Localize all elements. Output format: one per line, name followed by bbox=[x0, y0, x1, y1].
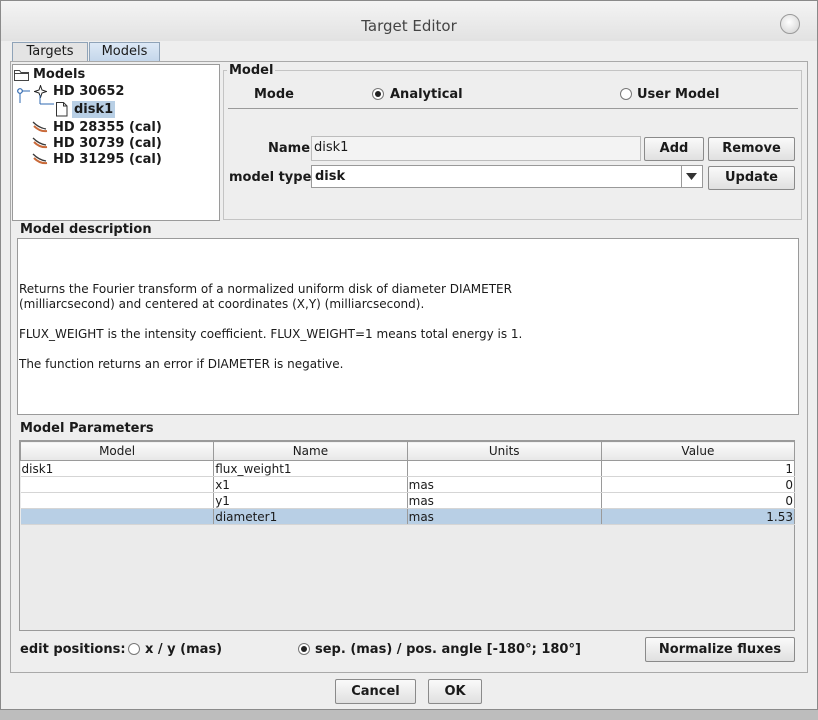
combo-divider bbox=[681, 166, 682, 187]
sep-pos-angle-label[interactable]: sep. (mas) / pos. angle [-180°; 180°] bbox=[315, 642, 581, 657]
column-header-name[interactable]: Name bbox=[213, 441, 408, 461]
cell-value[interactable]: 0 bbox=[601, 476, 796, 493]
ok-button[interactable]: OK bbox=[428, 679, 482, 704]
sep-pos-angle-radio[interactable] bbox=[298, 643, 310, 655]
description-paragraph: Returns the Fourier transform of a norma… bbox=[19, 282, 512, 311]
table-row-selected[interactable]: diameter1 mas 1.53 bbox=[20, 508, 796, 525]
tree-item-hd31295[interactable]: HD 31295 (cal) bbox=[53, 151, 162, 168]
cell-units[interactable]: mas bbox=[407, 508, 602, 525]
tree-item-hd30652[interactable]: HD 30652 bbox=[53, 83, 124, 100]
name-label: Name bbox=[268, 141, 311, 156]
column-header-model[interactable]: Model bbox=[19, 441, 215, 461]
description-paragraph: FLUX_WEIGHT is the intensity coefficient… bbox=[19, 327, 523, 341]
tab-models[interactable]: Models bbox=[89, 42, 160, 62]
parameters-legend: Model Parameters bbox=[18, 421, 156, 436]
cell-units[interactable]: mas bbox=[407, 476, 602, 493]
name-field[interactable]: disk1 bbox=[311, 136, 641, 161]
mode-separator bbox=[228, 108, 798, 109]
cell-value[interactable]: 0 bbox=[601, 492, 796, 509]
analytical-radio[interactable] bbox=[372, 88, 384, 100]
document-icon bbox=[56, 102, 68, 117]
analytical-label[interactable]: Analytical bbox=[390, 87, 463, 102]
cell-name[interactable]: y1 bbox=[213, 492, 408, 509]
folder-icon bbox=[14, 70, 29, 81]
edit-positions-label: edit positions: bbox=[20, 642, 126, 657]
model-type-label: model type bbox=[229, 170, 312, 185]
description-legend: Model description bbox=[18, 222, 154, 237]
tab-targets[interactable]: Targets bbox=[12, 42, 88, 62]
cell-name[interactable]: diameter1 bbox=[213, 508, 408, 525]
tree-item-hd30739[interactable]: HD 30739 (cal) bbox=[53, 135, 162, 152]
user-model-label[interactable]: User Model bbox=[637, 87, 720, 102]
calibrator-icons bbox=[32, 121, 48, 165]
xy-label[interactable]: x / y (mas) bbox=[145, 642, 222, 657]
description-text-area: Returns the Fourier transform of a norma… bbox=[17, 238, 799, 415]
parameters-table-viewport[interactable]: Model Name Units Value disk1 flux_weight… bbox=[19, 440, 796, 631]
table-row[interactable]: disk1 flux_weight1 1 bbox=[20, 460, 796, 477]
cell-model[interactable] bbox=[20, 476, 215, 493]
cell-units[interactable] bbox=[407, 460, 602, 477]
cell-units[interactable]: mas bbox=[407, 492, 602, 509]
tree-root-models[interactable]: Models bbox=[33, 66, 85, 83]
remove-button[interactable]: Remove bbox=[708, 137, 795, 161]
table-row[interactable]: y1 mas 0 bbox=[20, 492, 796, 509]
cell-value[interactable]: 1.53 bbox=[601, 508, 796, 525]
window-title: Target Editor bbox=[361, 17, 457, 35]
mode-label: Mode bbox=[254, 87, 294, 102]
chevron-down-icon[interactable] bbox=[686, 173, 697, 181]
xy-radio[interactable] bbox=[128, 643, 140, 655]
tree-item-disk1[interactable]: disk1 bbox=[72, 101, 116, 118]
table-row[interactable]: x1 mas 0 bbox=[20, 476, 796, 493]
update-button[interactable]: Update bbox=[708, 166, 795, 190]
normalize-fluxes-button[interactable]: Normalize fluxes bbox=[645, 637, 795, 662]
model-legend: Model bbox=[227, 63, 276, 78]
cell-model[interactable] bbox=[20, 508, 215, 525]
cell-name[interactable]: x1 bbox=[213, 476, 408, 493]
calibrator-icon bbox=[32, 121, 48, 133]
model-tree[interactable]: Models HD 30652 disk1 HD 28355 (cal) HD … bbox=[12, 64, 220, 221]
cancel-button[interactable]: Cancel bbox=[335, 679, 416, 704]
tree-item-hd28355[interactable]: HD 28355 (cal) bbox=[53, 119, 162, 136]
user-model-radio[interactable] bbox=[620, 88, 632, 100]
close-icon[interactable] bbox=[780, 14, 800, 34]
cell-model[interactable] bbox=[20, 492, 215, 509]
column-header-value[interactable]: Value bbox=[600, 441, 796, 461]
cell-model[interactable]: disk1 bbox=[20, 460, 215, 477]
column-header-units[interactable]: Units bbox=[406, 441, 602, 461]
add-button[interactable]: Add bbox=[644, 137, 704, 161]
cell-value[interactable]: 1 bbox=[601, 460, 796, 477]
cell-name[interactable]: flux_weight1 bbox=[213, 460, 408, 477]
parameters-table[interactable]: Model Name Units Value disk1 flux_weight… bbox=[19, 441, 796, 525]
description-paragraph: The function returns an error if DIAMETE… bbox=[19, 357, 344, 371]
title-bar[interactable]: Target Editor bbox=[1, 1, 817, 41]
model-type-value: disk bbox=[315, 169, 346, 184]
tree-branch-line bbox=[39, 95, 54, 105]
model-type-select[interactable]: disk bbox=[311, 165, 703, 188]
